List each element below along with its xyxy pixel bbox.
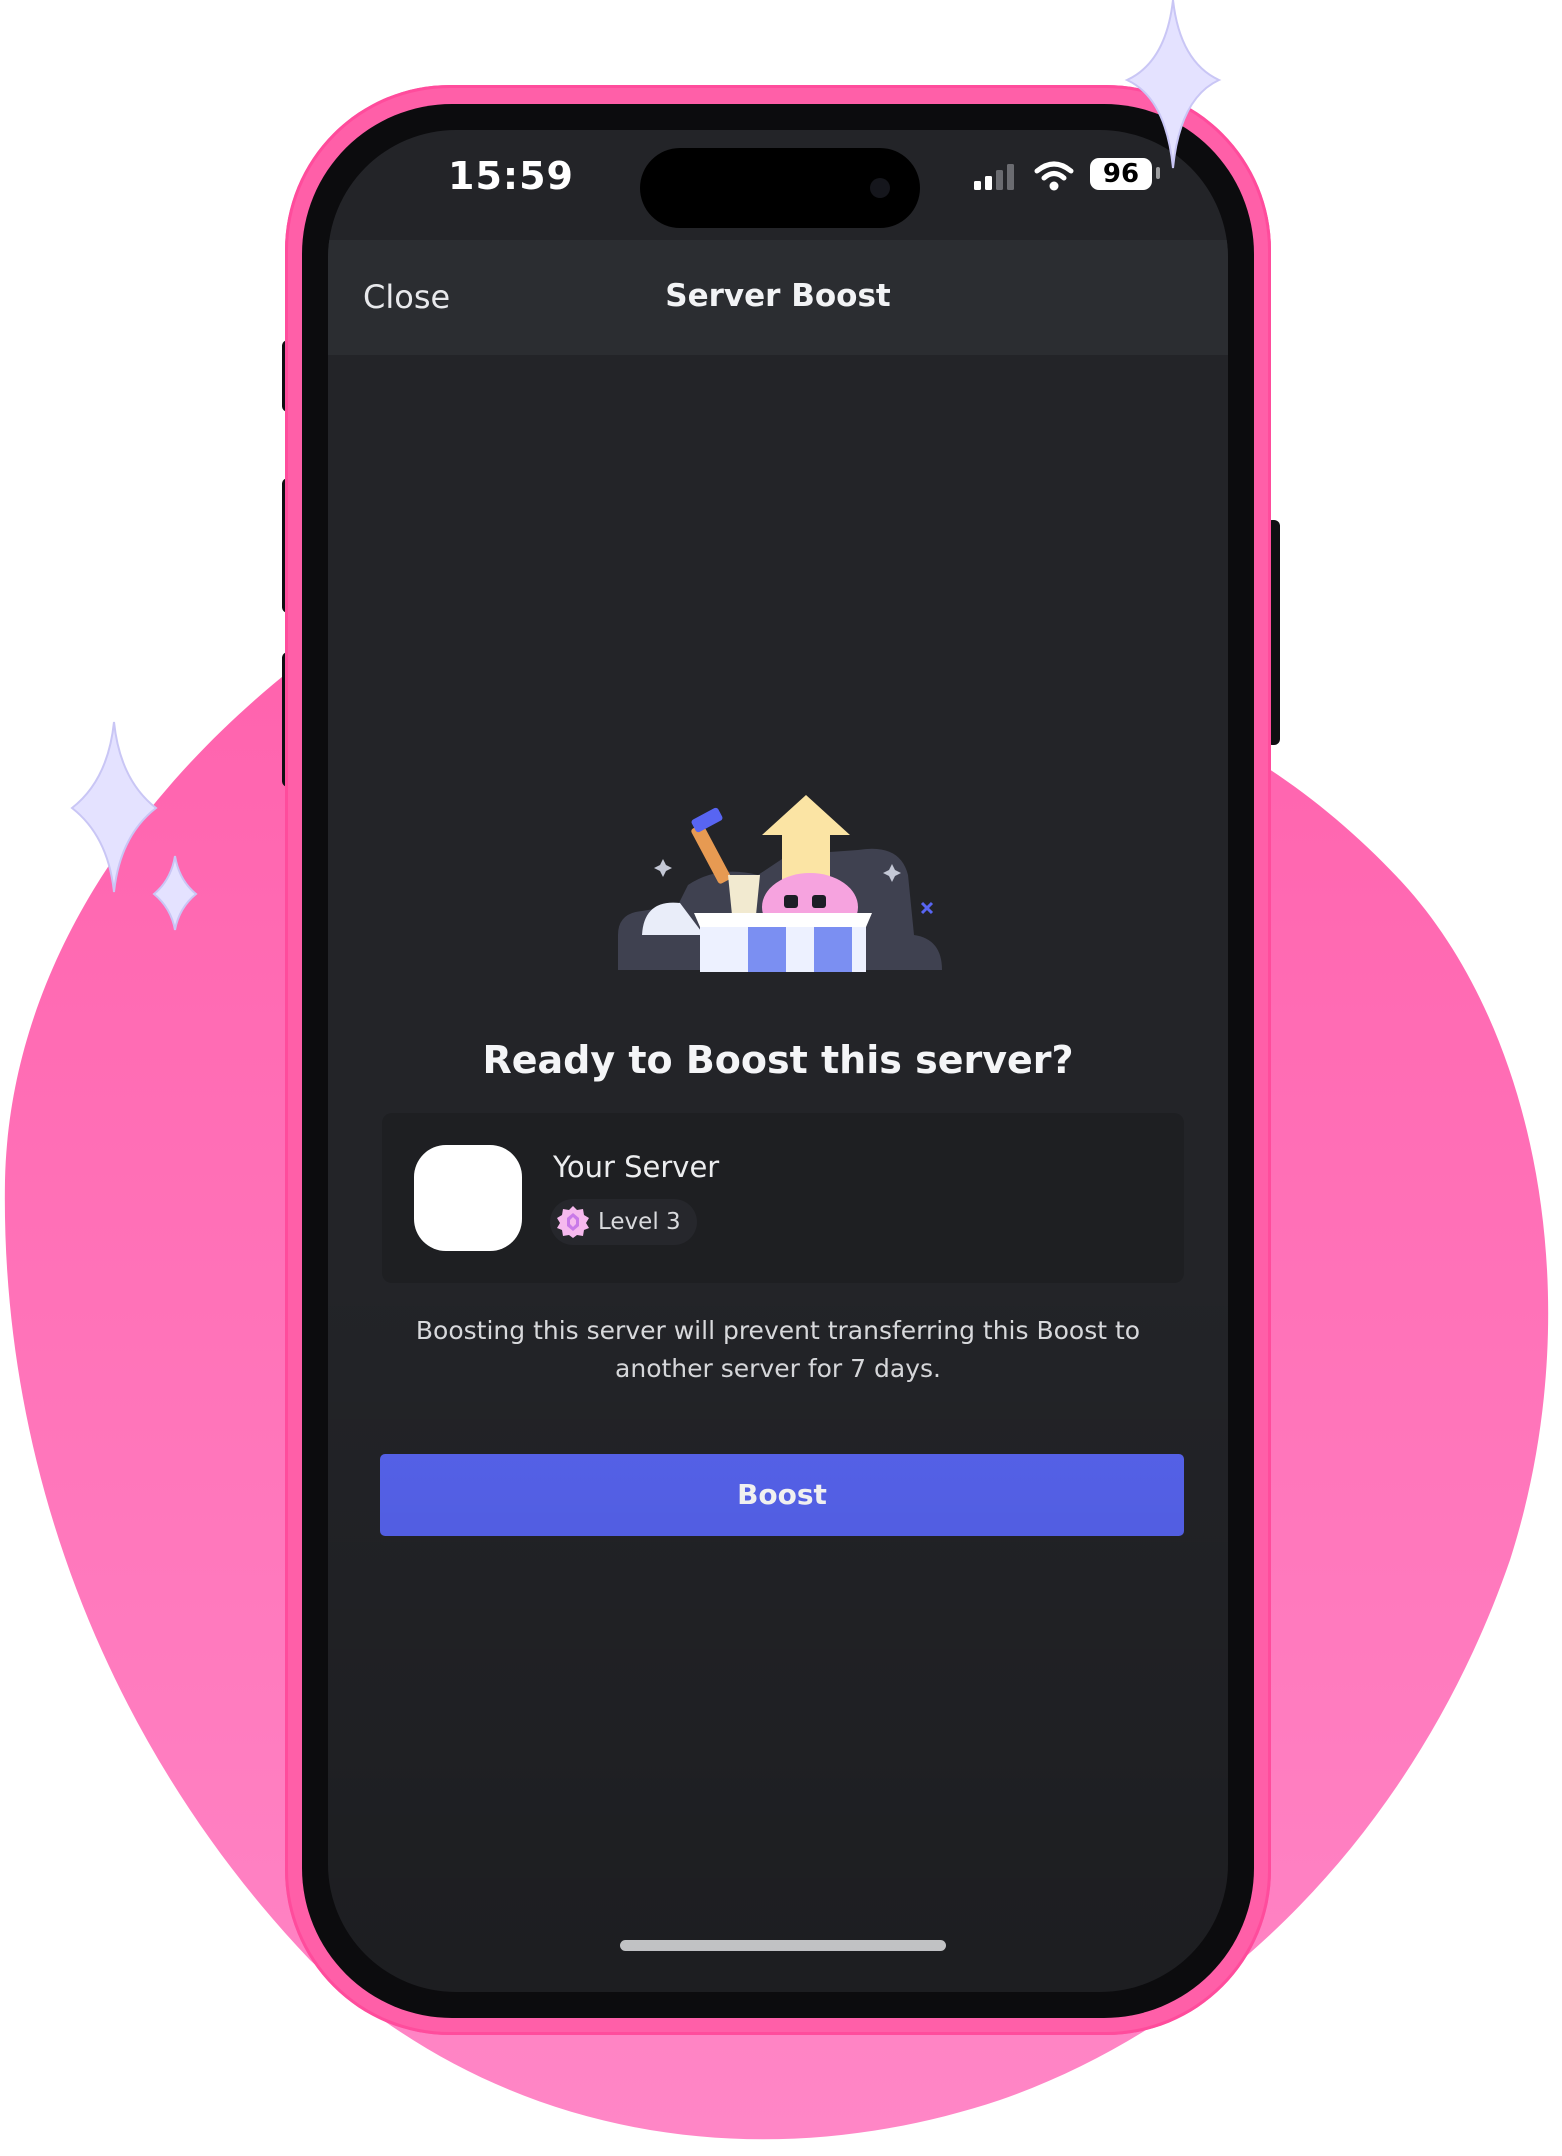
status-time: 15:59 <box>448 154 574 198</box>
battery-tip <box>1156 167 1160 179</box>
server-card: Your Server Level 3 <box>382 1113 1184 1283</box>
boost-button[interactable]: Boost <box>380 1454 1184 1536</box>
server-avatar <box>414 1145 522 1251</box>
page-title: Server Boost <box>665 278 891 314</box>
server-level-pill: Level 3 <box>550 1199 697 1245</box>
boost-level-badge-icon <box>557 1206 589 1238</box>
server-name: Your Server <box>553 1150 720 1184</box>
front-camera <box>870 178 890 198</box>
cellular-signal-icon <box>974 164 1014 190</box>
confirm-heading: Ready to Boost this server? <box>482 1038 1074 1082</box>
server-level-label: Level 3 <box>598 1209 681 1235</box>
home-indicator[interactable] <box>620 1940 946 1951</box>
phone-screen: 15:59 96 Close Server Boost Ready to Boo… <box>328 130 1228 1992</box>
battery-indicator: 96 <box>1090 158 1152 190</box>
boost-gift-box-illustration <box>618 795 942 972</box>
wifi-icon <box>1034 161 1074 191</box>
dynamic-island <box>640 148 920 228</box>
boost-transfer-notice: Boosting this server will prevent transf… <box>415 1316 1141 1383</box>
status-bar: 15:59 96 <box>328 130 1228 240</box>
